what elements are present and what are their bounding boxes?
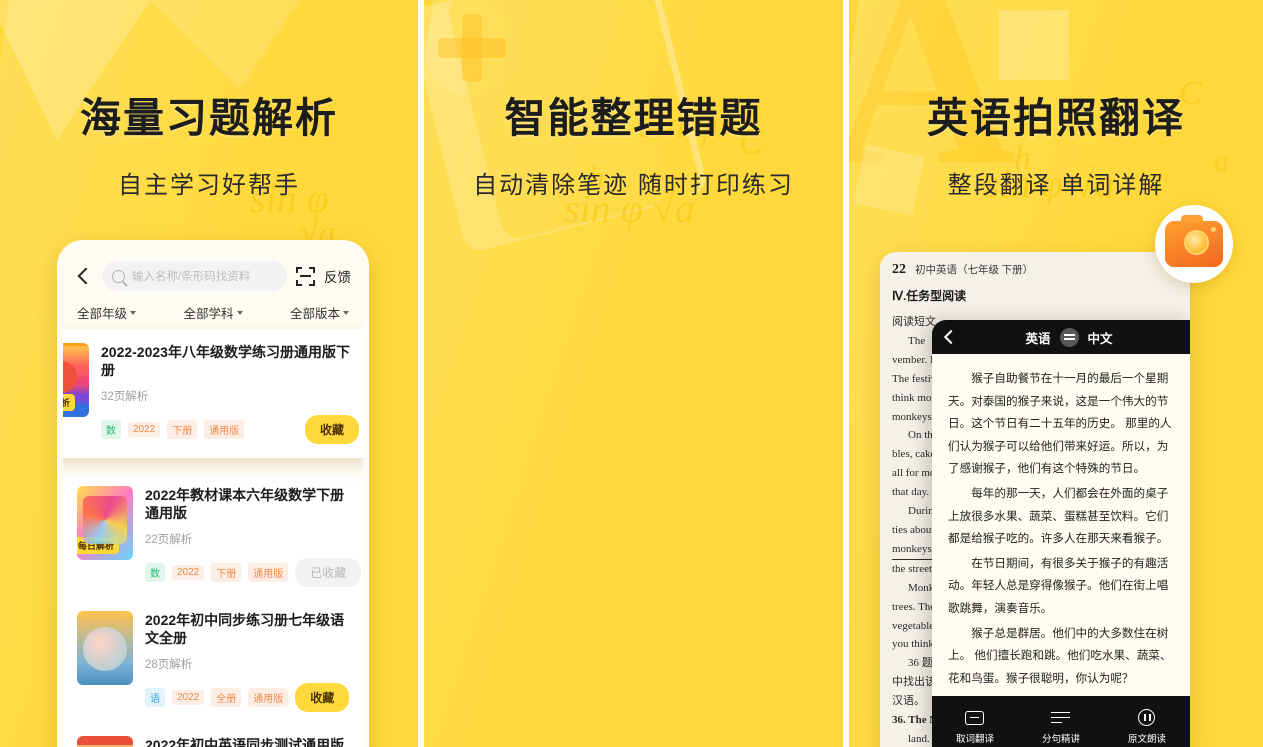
chevron-down-icon bbox=[343, 310, 350, 315]
panel-3-hero: 英语拍照翻译 整段翻译 单词详解 bbox=[849, 0, 1263, 200]
lang-from: 英语 bbox=[1025, 331, 1051, 346]
search-topbar: 输入名称/条形码找资料 反馈 bbox=[63, 246, 363, 291]
book-thumbnail bbox=[77, 735, 133, 747]
word-translate-label: 取词翻译 bbox=[955, 733, 994, 745]
list-item-pages: 22页解析 bbox=[145, 533, 193, 546]
filter-subject-label: 全部学科 bbox=[183, 307, 234, 321]
filter-edition-label: 全部版本 bbox=[290, 307, 341, 321]
chevron-left-icon[interactable] bbox=[75, 267, 93, 285]
tag-year: 2022 bbox=[172, 564, 205, 580]
page-number: 22 bbox=[892, 262, 906, 277]
camera-icon bbox=[1165, 215, 1223, 267]
list-item-title: 2022-2023年八年级数学练习册通用版下册 bbox=[101, 344, 350, 379]
panel-2-subhead: 自动清除笔迹 随时打印练习 bbox=[473, 172, 794, 199]
book-thumbnail: 每日解析 bbox=[77, 486, 133, 560]
list-item[interactable]: 2022年初中英语同步测试通用版 22页解析 bbox=[63, 723, 363, 747]
book-name: 初中英语（七年级 下册） bbox=[915, 265, 1034, 276]
search-placeholder: 输入名称/条形码找资料 bbox=[132, 271, 251, 283]
list-item-title: 2022年教材课本六年级数学下册通用版 bbox=[145, 487, 345, 522]
book-thumbnail bbox=[77, 610, 133, 685]
tag-subject: 数 bbox=[101, 419, 121, 439]
app-screen-search: 输入名称/条形码找资料 反馈 全部年级 全部学科 全部版本 析 2022-202… bbox=[63, 246, 363, 747]
chevron-down-icon bbox=[236, 310, 243, 315]
page-section-title: Ⅳ.任务型阅读 bbox=[892, 289, 967, 303]
list-item[interactable]: 每日解析 2022年教材课本六年级数学下册通用版 22页解析 数 2022 下册… bbox=[63, 474, 363, 599]
book-thumbnail: 每日解析 bbox=[63, 343, 89, 417]
feedback-button[interactable]: 反馈 bbox=[324, 266, 351, 286]
tag-year: 2022 bbox=[172, 689, 205, 705]
page-header: 22 初中英语（七年级 下册） bbox=[892, 262, 1178, 278]
scan-barcode-icon[interactable] bbox=[296, 266, 315, 286]
panel-1-hero: 海量习题解析 自主学习好帮手 bbox=[0, 0, 418, 200]
list-item-title: 2022年初中同步练习册七年级语文全册 bbox=[145, 611, 345, 647]
word-translate-tool[interactable]: 取词翻译 bbox=[956, 707, 994, 745]
list-item-tags: 数 2022 下册 通用版 已收藏 bbox=[145, 557, 362, 587]
daily-badge: 每日解析 bbox=[63, 394, 76, 411]
filter-bar: 全部年级 全部学科 全部版本 bbox=[63, 291, 363, 333]
filter-grade-label: 全部年级 bbox=[77, 307, 128, 321]
page-line: monkeys. bbox=[892, 540, 935, 560]
phone-mockup-1: 输入名称/条形码找资料 反馈 全部年级 全部学科 全部版本 析 2022-202… bbox=[57, 240, 369, 747]
language-switcher[interactable]: 英语 中文 bbox=[958, 327, 1180, 347]
chevron-left-icon[interactable] bbox=[942, 329, 958, 345]
tag-edition: 通用版 bbox=[248, 562, 289, 582]
tag-edition: 通用版 bbox=[248, 687, 289, 707]
list-item-title: 2022年初中英语同步测试通用版 bbox=[145, 736, 345, 747]
list-item-pages: 28页解析 bbox=[145, 658, 193, 671]
translation-paragraph: 猴子自助餐节在十一月的最后一个星期天。对泰国的猴子来说，这是一个伟大的节日。这个… bbox=[948, 372, 1172, 476]
tag-year: 2022 bbox=[128, 421, 161, 437]
camera-shutter-button[interactable] bbox=[1155, 205, 1233, 283]
tag-edition: 通用版 bbox=[204, 419, 245, 439]
panel-2: sin φ h sin φ √a C 智能整理错题 自动清除笔迹 随时打印练习 … bbox=[424, 0, 843, 747]
panel-1-headline: 海量习题解析 bbox=[80, 94, 338, 142]
favorite-button[interactable]: 收藏 bbox=[304, 414, 359, 444]
translation-paragraph: 在节日期间，有很多关于猴子的有趣活动。年轻人总是穿得像猴子。他们在街上唱歌跳舞，… bbox=[948, 556, 1169, 615]
phone-mockup-3: 22 初中英语（七年级 下册） Ⅳ.任务型阅读 阅读短文 The vember.… bbox=[880, 252, 1190, 747]
filter-grade[interactable]: 全部年级 bbox=[77, 303, 168, 322]
sentence-lines-icon bbox=[1042, 707, 1080, 729]
translation-bottom-bar: 取词翻译 分句精讲 原文朗读 bbox=[932, 696, 1190, 747]
sentence-explain-tool[interactable]: 分句精讲 bbox=[1042, 707, 1080, 745]
translation-paragraph: 猴子总是群居。他们中的大多数住在树上。 他们擅长跑和跳。他们吃水果、蔬菜、花和鸟… bbox=[948, 626, 1172, 685]
word-translate-icon bbox=[956, 707, 994, 729]
panel-3-subhead: 整段翻译 单词详解 bbox=[947, 172, 1165, 199]
panel-2-headline: 智能整理错题 bbox=[504, 94, 763, 142]
translation-topbar: 英语 中文 bbox=[932, 320, 1190, 354]
tag-subject: 语 bbox=[145, 687, 165, 707]
translation-overlay: 英语 中文 猴子自助餐节在十一月的最后一个星期天。对泰国的猴子来说，这是一个伟大… bbox=[932, 320, 1190, 747]
panel-1-subhead: 自主学习好帮手 bbox=[118, 172, 300, 199]
list-item-tags: 语 2022 全册 通用版 收藏 bbox=[145, 682, 350, 712]
panel-3-headline: 英语拍照翻译 bbox=[927, 94, 1185, 142]
translation-text: 猴子自助餐节在十一月的最后一个星期天。对泰国的猴子来说，这是一个伟大的节日。这个… bbox=[932, 354, 1190, 690]
list-item[interactable]: 每日解析 2022-2023年八年级数学练习册通用版下册 32页解析 数 202… bbox=[63, 329, 363, 458]
swap-icon[interactable] bbox=[1059, 327, 1079, 347]
tag-volume: 下册 bbox=[211, 562, 242, 582]
sentence-explain-label: 分句精讲 bbox=[1041, 733, 1080, 745]
translation-paragraph: 每年的那一天，人们都会在外面的桌子上放很多水果、蔬菜、蛋糕甚至饮料。它们都是给猴… bbox=[948, 486, 1169, 546]
resource-list: 每日解析 2022-2023年八年级数学练习册通用版下册 32页解析 数 202… bbox=[63, 329, 363, 747]
filter-subject[interactable]: 全部学科 bbox=[168, 303, 259, 322]
tag-subject: 数 bbox=[145, 562, 165, 582]
tag-volume: 全册 bbox=[211, 687, 242, 707]
search-icon bbox=[112, 269, 125, 283]
search-input[interactable]: 输入名称/条形码找资料 bbox=[102, 261, 287, 291]
play-audio-icon bbox=[1128, 707, 1166, 729]
filter-edition[interactable]: 全部版本 bbox=[258, 303, 350, 322]
screenshot-stage: sin φ √a 海量习题解析 自主学习好帮手 输入名称/条形码找资料 反馈 全… bbox=[0, 0, 1263, 747]
read-aloud-label: 原文朗读 bbox=[1127, 733, 1166, 745]
panel-1: sin φ √a 海量习题解析 自主学习好帮手 输入名称/条形码找资料 反馈 全… bbox=[0, 0, 418, 747]
list-item-tags: 数 2022 下册 通用版 收藏 bbox=[101, 414, 359, 444]
list-item[interactable]: 2022年初中同步练习册七年级语文全册 28页解析 语 2022 全册 通用版 … bbox=[63, 598, 363, 724]
read-aloud-tool[interactable]: 原文朗读 bbox=[1128, 707, 1166, 745]
lang-to: 中文 bbox=[1087, 331, 1113, 346]
daily-badge: 每日解析 bbox=[77, 537, 120, 554]
favorite-button[interactable]: 已收藏 bbox=[295, 557, 362, 587]
tag-volume: 下册 bbox=[167, 419, 198, 439]
panel-3: A h sin φ √a C a 英语拍照翻译 整段翻译 单词详解 22 初中英… bbox=[849, 0, 1263, 747]
favorite-button[interactable]: 收藏 bbox=[295, 682, 350, 712]
list-item-pages: 32页解析 bbox=[101, 390, 149, 403]
panel-2-hero: 智能整理错题 自动清除笔迹 随时打印练习 bbox=[424, 0, 843, 200]
chevron-down-icon bbox=[130, 310, 137, 315]
